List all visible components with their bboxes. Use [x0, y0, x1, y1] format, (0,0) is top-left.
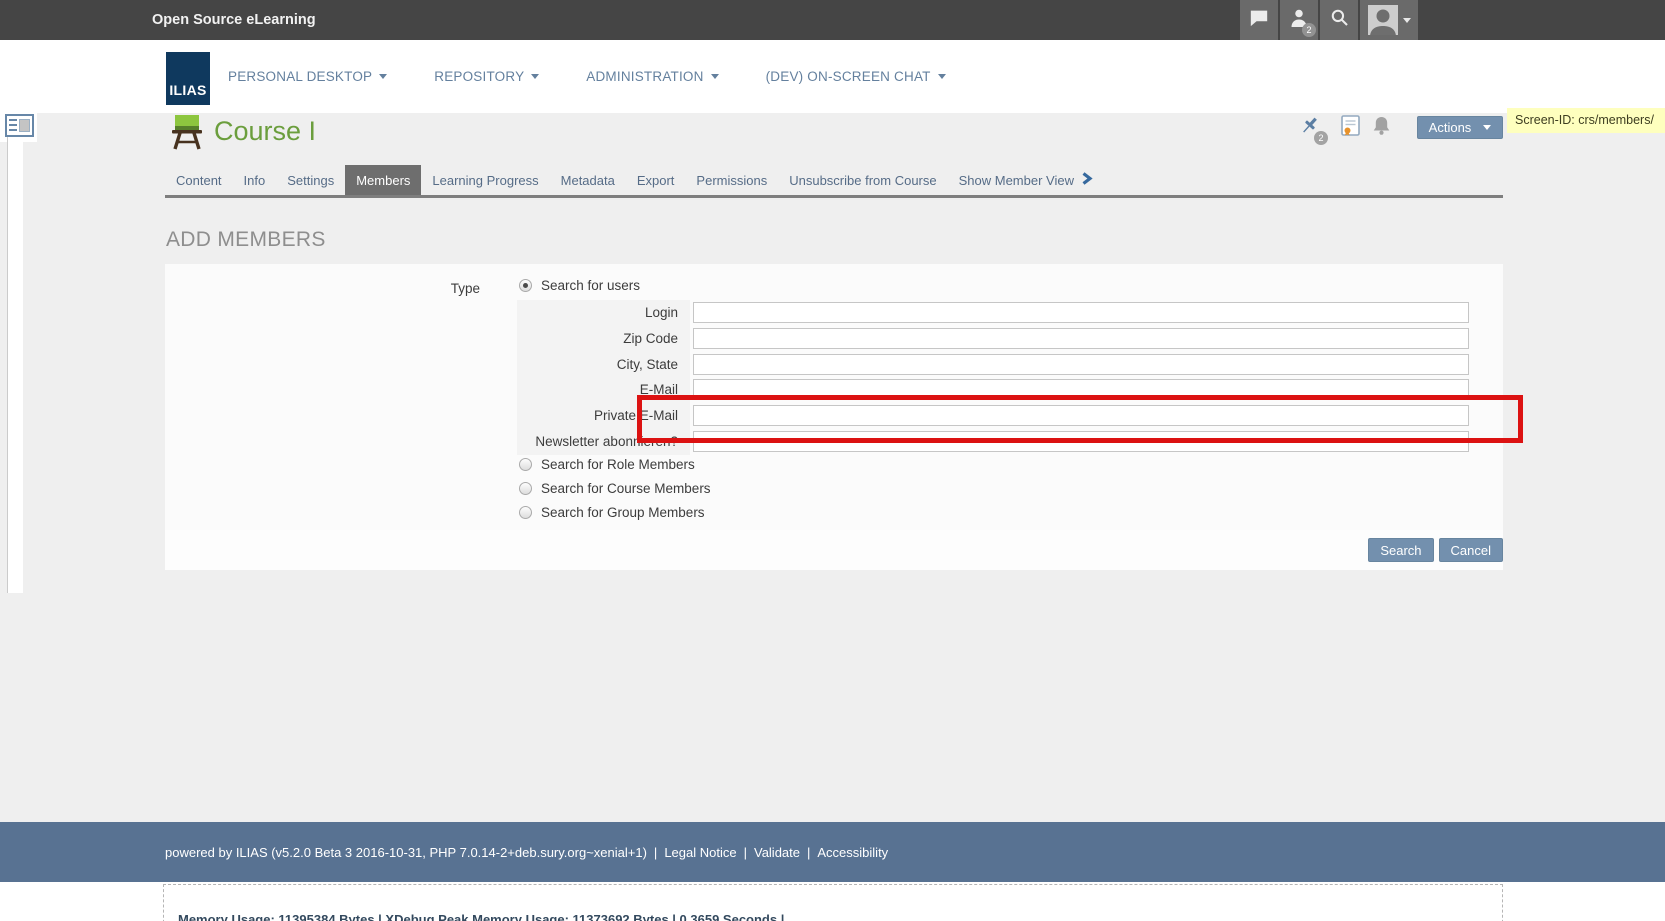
search-users-radio[interactable] — [519, 279, 532, 292]
screen-id-tooltip: Screen-ID: crs/members/ — [1507, 108, 1665, 133]
main-menu: PERSONAL DESKTOP REPOSITORY ADMINISTRATI… — [228, 40, 946, 113]
zip-code-input[interactable] — [693, 328, 1469, 349]
tab-info[interactable]: Info — [233, 165, 277, 195]
debug-panel: Memory Usage: 11395384 Bytes | XDebug Pe… — [163, 884, 1503, 921]
cancel-button[interactable]: Cancel — [1439, 538, 1503, 562]
collapsed-tree-rail[interactable] — [7, 137, 23, 593]
search-button[interactable] — [1320, 0, 1358, 40]
chevron-down-icon — [379, 74, 387, 83]
footer: powered by ILIAS (v5.2.0 Beta 3 2016-10-… — [0, 822, 1665, 882]
tab-export[interactable]: Export — [626, 165, 686, 195]
chevron-right-icon — [1081, 172, 1093, 188]
field-row: Private E-Mail — [517, 403, 1472, 429]
search-icon — [1330, 8, 1349, 32]
menu-onscreen-chat[interactable]: (DEV) ON-SCREEN CHAT — [766, 69, 946, 84]
topbar-buttons: 2 — [1240, 0, 1418, 40]
field-row: E-Mail — [517, 377, 1472, 403]
add-members-form: Type Search for users Login Zip Code Cit… — [165, 264, 1503, 530]
tab-permissions[interactable]: Permissions — [685, 165, 778, 195]
tab-learning-progress[interactable]: Learning Progress — [421, 165, 549, 195]
actions-button[interactable]: Actions — [1417, 116, 1503, 139]
avatar — [1368, 5, 1398, 35]
ilias-logo[interactable]: ILIAS — [166, 52, 210, 105]
search-fields: Login Zip Code City, State E-Mail Privat… — [517, 300, 1472, 455]
search-group-members-option: Search for Group Members — [519, 505, 705, 520]
search-course-members-option: Search for Course Members — [519, 481, 711, 496]
tab-settings[interactable]: Settings — [276, 165, 345, 195]
online-count-badge: 2 — [1302, 23, 1316, 37]
field-row: City, State — [517, 352, 1472, 378]
legal-notice-link[interactable]: Legal Notice — [664, 845, 736, 860]
main-menu-row: ILIAS PERSONAL DESKTOP REPOSITORY ADMINI… — [0, 40, 1665, 113]
ilias-page: Open Source eLearning 2 — [0, 0, 1665, 921]
page-title[interactable]: Course I — [214, 116, 316, 147]
header-actions: 2 — [1300, 114, 1391, 142]
newsletter-label: Newsletter abonnieren? — [517, 429, 690, 455]
course-members-radio[interactable] — [519, 482, 532, 495]
menu-repository[interactable]: REPOSITORY — [434, 69, 539, 84]
zip-code-label: Zip Code — [517, 326, 690, 352]
menu-administration[interactable]: ADMINISTRATION — [586, 69, 718, 84]
validate-link[interactable]: Validate — [754, 845, 800, 860]
chevron-down-icon — [938, 74, 946, 83]
tab-members[interactable]: Members — [345, 165, 421, 195]
form-heading: ADD MEMBERS — [166, 228, 326, 252]
menu-personal-desktop[interactable]: PERSONAL DESKTOP — [228, 69, 387, 84]
private-email-label: Private E-Mail — [517, 403, 690, 429]
chevron-down-icon — [531, 74, 539, 83]
search-users-option: Search for users — [519, 278, 640, 293]
private-email-input[interactable] — [693, 405, 1469, 426]
type-label: Type — [165, 281, 480, 296]
field-row: Zip Code — [517, 326, 1472, 352]
course-icon — [170, 114, 204, 155]
accessibility-link[interactable]: Accessibility — [817, 845, 888, 860]
chevron-down-icon — [1483, 125, 1491, 134]
chevron-down-icon — [1403, 18, 1411, 27]
powered-by-text: powered by ILIAS (v5.2.0 Beta 3 2016-10-… — [165, 845, 647, 860]
bell-icon[interactable] — [1372, 115, 1391, 141]
site-title: Open Source eLearning — [152, 0, 316, 40]
sidebar-toggle-icon[interactable] — [5, 114, 34, 137]
city-state-label: City, State — [517, 352, 690, 378]
tab-unsubscribe[interactable]: Unsubscribe from Course — [778, 165, 947, 195]
tab-content[interactable]: Content — [165, 165, 233, 195]
search-role-members-option: Search for Role Members — [519, 457, 695, 472]
email-label: E-Mail — [517, 377, 690, 403]
field-row: Newsletter abonnieren? — [517, 429, 1472, 455]
city-state-input[interactable] — [693, 354, 1469, 375]
newsletter-input[interactable] — [693, 431, 1469, 452]
form-command-row: Search Cancel — [165, 530, 1503, 570]
user-menu-button[interactable] — [1360, 0, 1418, 40]
course-tabs: Content Info Settings Members Learning P… — [165, 164, 1503, 198]
chat-button[interactable] — [1240, 0, 1278, 40]
field-row: Login — [517, 300, 1472, 326]
notes-count-badge: 2 — [1314, 131, 1328, 145]
group-members-radio[interactable] — [519, 506, 532, 519]
search-button-submit[interactable]: Search — [1368, 538, 1433, 562]
email-input[interactable] — [693, 379, 1469, 400]
memory-usage-text: Memory Usage: 11395384 Bytes | XDebug Pe… — [178, 912, 784, 921]
tab-show-member-view[interactable]: Show Member View — [948, 164, 1104, 195]
tab-metadata[interactable]: Metadata — [550, 165, 626, 195]
login-label: Login — [517, 300, 690, 326]
chevron-down-icon — [711, 74, 719, 83]
top-bar: Open Source eLearning 2 — [0, 0, 1665, 40]
role-members-radio[interactable] — [519, 458, 532, 471]
login-input[interactable] — [693, 302, 1469, 323]
who-is-online-button[interactable]: 2 — [1280, 0, 1318, 40]
chat-icon — [1249, 9, 1269, 32]
pin-icon[interactable]: 2 — [1300, 115, 1321, 141]
certificate-icon[interactable] — [1341, 115, 1360, 142]
